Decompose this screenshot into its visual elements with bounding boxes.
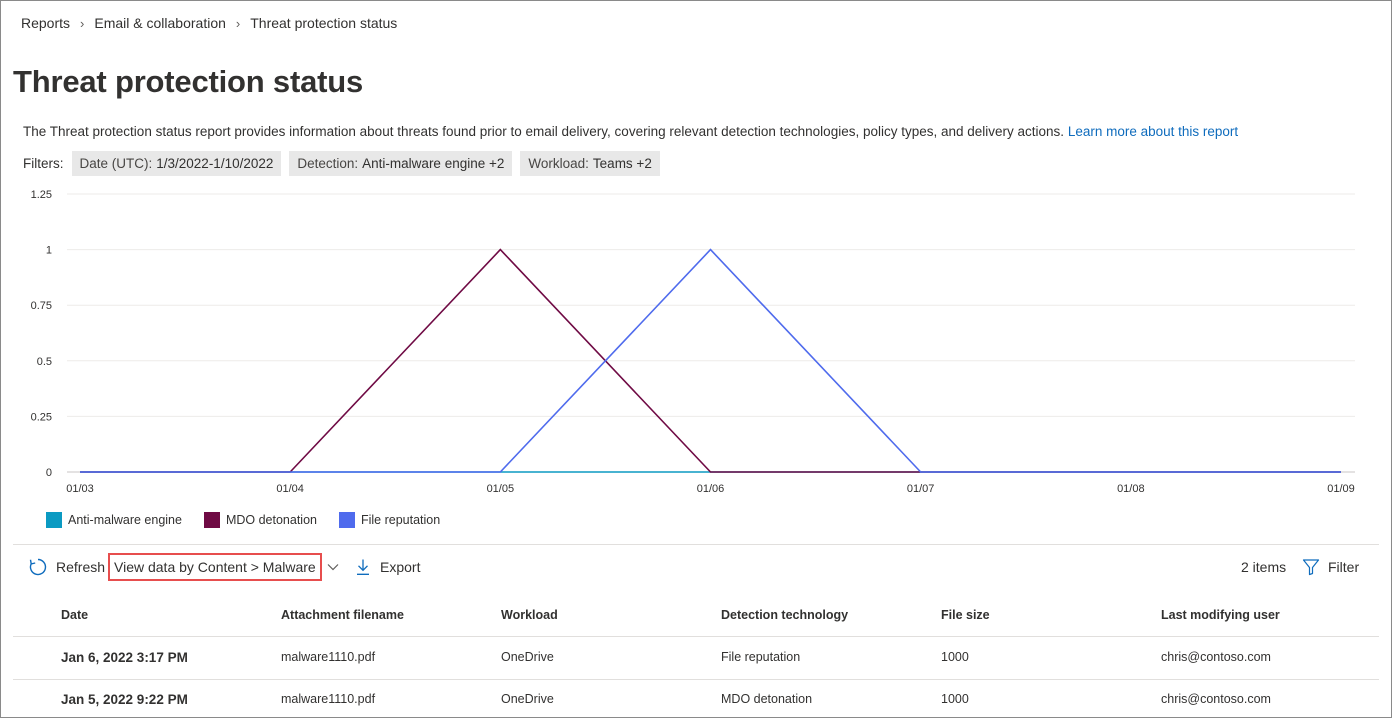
refresh-button[interactable]: Refresh	[28, 553, 105, 581]
chevron-right-icon: ›	[80, 15, 85, 31]
chart-legend: Anti-malware engine MDO detonation File re…	[46, 512, 462, 528]
table-row[interactable]: Jan 6, 2022 3:17 PM malware1110.pdf OneD…	[13, 636, 1379, 678]
chart-y-tick-label: 1	[46, 245, 52, 257]
filter-key: Detection:	[297, 156, 359, 171]
threat-line-chart: 0 0.25 0.5 0.75 1 1.25 01/03 01/04 01/05 01/06 01/…	[0, 180, 1392, 500]
page-title: Threat protection status	[13, 64, 364, 99]
refresh-icon	[29, 558, 47, 576]
column-header-date[interactable]: Date	[61, 594, 88, 636]
filters-label: Filters:	[23, 156, 64, 171]
items-count-text: 2 items	[1241, 559, 1287, 575]
cell-workload: OneDrive	[501, 692, 554, 706]
cell-detection: MDO detonation	[721, 692, 813, 706]
chart-x-tick-label: 01/05	[487, 483, 515, 495]
column-header-workload[interactable]: Workload	[501, 594, 558, 636]
cell-user: chris@contoso.com	[1161, 692, 1271, 706]
chart-y-tick-label: 0.25	[31, 411, 52, 423]
chart-y-tick-label: 0	[46, 467, 52, 479]
cell-workload: OneDrive	[501, 650, 554, 664]
filter-pill-date[interactable]: Date (UTC): 1/3/2022-1/10/2022	[71, 151, 282, 176]
legend-item[interactable]: File reputation	[338, 512, 441, 528]
items-count: 2 items	[1241, 553, 1286, 581]
filter-button[interactable]: Filter	[1302, 553, 1359, 581]
legend-label: File reputation	[360, 513, 441, 527]
column-header-filesize[interactable]: File size	[941, 594, 990, 636]
chart-x-tick-label: 01/07	[907, 483, 935, 495]
chevron-down-icon	[327, 564, 339, 571]
chart-y-tick-label: 1.25	[31, 189, 52, 201]
cell-filesize: 1000	[941, 692, 969, 706]
breadcrumb-email-collaboration[interactable]: Email & collaboration	[94, 15, 226, 31]
table-row[interactable]: Jan 5, 2022 9:22 PM malware1110.pdf OneD…	[13, 678, 1379, 718]
report-description: The Threat protection status report prov…	[23, 124, 1238, 139]
breadcrumb: Reports › Email & collaboration › Threat…	[21, 14, 397, 32]
cell-date: Jan 5, 2022 9:22 PM	[61, 691, 188, 707]
cell-filesize: 1000	[941, 650, 969, 664]
filter-label: Filter	[1328, 559, 1360, 575]
filter-icon	[1302, 559, 1320, 576]
breadcrumb-reports[interactable]: Reports	[21, 15, 70, 31]
column-header-user[interactable]: Last modifying user	[1161, 594, 1280, 636]
download-icon	[357, 559, 369, 575]
column-header-filename[interactable]: Attachment filename	[281, 594, 404, 636]
refresh-label: Refresh	[56, 559, 106, 575]
cell-filename: malware1110.pdf	[281, 650, 376, 664]
chart-y-tick-label: 0.75	[31, 300, 52, 312]
view-data-highlight: View data by Content > Malware	[108, 553, 322, 581]
chart-x-tick-label: 01/03	[66, 483, 94, 495]
filter-value: Anti-malware engine +2	[362, 156, 505, 171]
breadcrumb-current: Threat protection status	[250, 15, 398, 31]
legend-swatch	[203, 512, 220, 528]
chart-svg: 0 0.25 0.5 0.75 1 1.25 01/03 01/04 01/05 01/06 01/…	[31, 189, 1355, 495]
description-text: The Threat protection status report prov…	[23, 124, 1065, 139]
grid-toolbar: Refresh View data by Content > Malware E…	[28, 553, 1368, 581]
chart-x-tick-label: 01/08	[1117, 483, 1145, 495]
legend-label: MDO detonation	[225, 513, 317, 527]
legend-item[interactable]: Anti-malware engine	[46, 512, 182, 528]
column-header-detection[interactable]: Detection technology	[721, 594, 848, 636]
filter-pill-detection[interactable]: Detection: Anti-malware engine +2	[289, 151, 513, 176]
filter-key: Date (UTC):	[79, 156, 153, 171]
filter-pill-workload[interactable]: Workload: Teams +2	[520, 151, 660, 176]
filter-value: Teams +2	[592, 156, 652, 171]
view-data-label: View data by Content > Malware	[114, 559, 316, 575]
export-label: Export	[380, 559, 421, 575]
chart-x-tick-label: 01/04	[276, 483, 304, 495]
legend-swatch	[46, 512, 62, 528]
chart-y-tick-label: 0.5	[37, 356, 52, 368]
legend-label: Anti-malware engine	[68, 513, 182, 527]
filter-value: 1/3/2022-1/10/2022	[156, 156, 274, 171]
filters-bar: Filters: Date (UTC): 1/3/2022-1/10/2022 …	[23, 151, 668, 176]
cell-user: chris@contoso.com	[1161, 650, 1271, 664]
cell-filename: malware1110.pdf	[281, 692, 376, 706]
export-button[interactable]: Export	[355, 553, 420, 581]
cell-date: Jan 6, 2022 3:17 PM	[61, 649, 188, 665]
filter-key: Workload:	[528, 156, 589, 171]
legend-swatch	[338, 512, 355, 528]
section-divider	[13, 544, 1379, 545]
view-data-dropdown[interactable]: View data by Content > Malware	[108, 553, 340, 581]
chart-x-tick-label: 01/06	[697, 483, 725, 495]
legend-item[interactable]: MDO detonation	[203, 512, 317, 528]
chart-x-tick-label: 01/09	[1327, 483, 1355, 495]
chevron-right-icon: ›	[235, 15, 241, 31]
learn-more-link[interactable]: Learn more about this report	[1068, 124, 1238, 139]
cell-detection: File reputation	[721, 650, 801, 664]
table-header-row: Date Attachment filename Workload Detect…	[13, 594, 1379, 636]
